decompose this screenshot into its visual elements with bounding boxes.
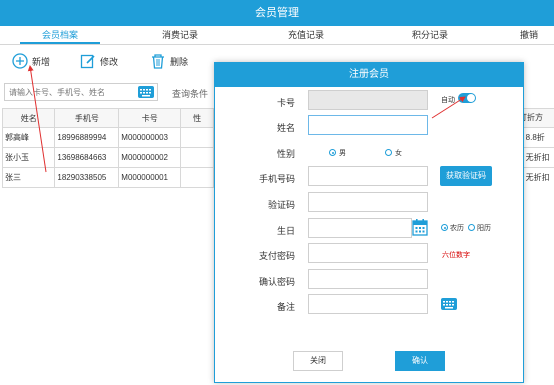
annotation-arrows bbox=[27, 65, 466, 173]
arrow-to-add-button bbox=[27, 65, 47, 173]
arrow-to-auto-toggle bbox=[431, 96, 466, 119]
